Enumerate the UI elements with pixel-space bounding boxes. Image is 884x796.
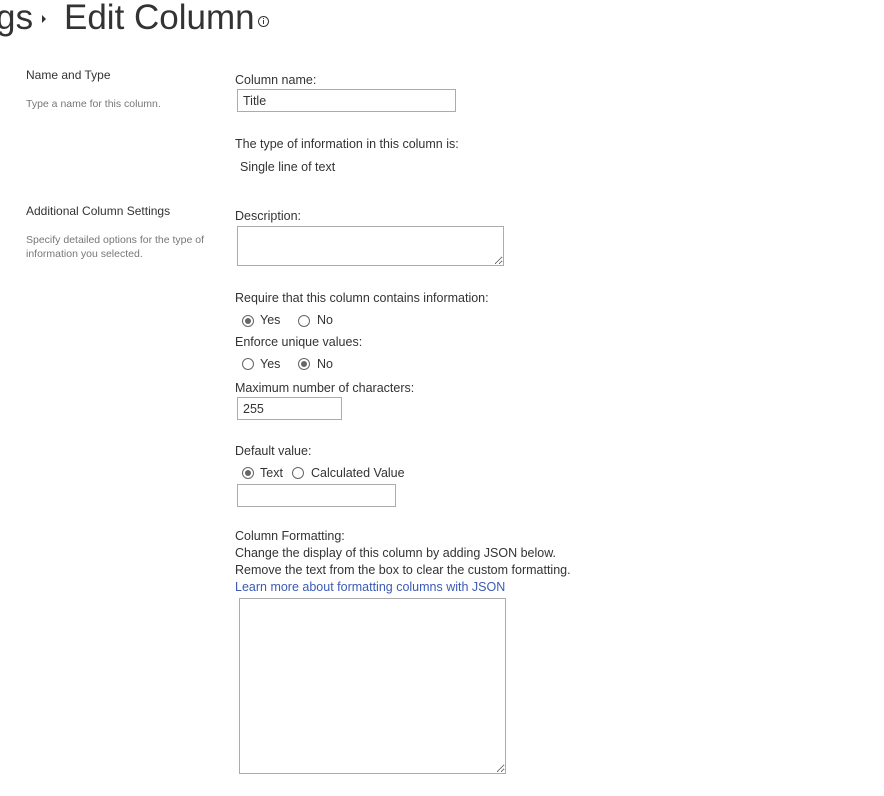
- info-icon[interactable]: [258, 16, 269, 27]
- section-desc-additional: Specify detailed options for the type of…: [26, 234, 205, 260]
- breadcrumb-previous[interactable]: gs: [0, 0, 33, 38]
- column-name-input[interactable]: [237, 89, 456, 112]
- require-yes-label[interactable]: Yes: [260, 313, 280, 327]
- max-chars-label: Maximum number of characters:: [235, 381, 415, 395]
- formatting-learn-more-link[interactable]: Learn more about formatting columns with…: [235, 580, 505, 594]
- formatting-label: Column Formatting:: [235, 529, 345, 543]
- description-textarea[interactable]: [237, 226, 504, 266]
- section-title-name-type: Name and Type: [26, 68, 111, 82]
- default-value-label: Default value:: [235, 444, 312, 458]
- section-desc-name-type: Type a name for this column.: [26, 98, 161, 110]
- unique-yes-label[interactable]: Yes: [260, 357, 280, 371]
- page-header: gs Edit Column: [0, 0, 884, 42]
- unique-no-radio[interactable]: [298, 358, 310, 370]
- type-info-label: The type of information in this column i…: [235, 137, 459, 151]
- default-calculated-radio[interactable]: [292, 467, 304, 479]
- unique-label: Enforce unique values:: [235, 335, 363, 349]
- description-label: Description:: [235, 209, 301, 223]
- default-text-radio[interactable]: [242, 467, 254, 479]
- require-no-label[interactable]: No: [317, 313, 333, 327]
- require-yes-radio[interactable]: [242, 315, 254, 327]
- default-value-input[interactable]: [237, 484, 396, 507]
- section-title-additional: Additional Column Settings: [26, 204, 171, 218]
- formatting-json-textarea[interactable]: [239, 598, 506, 774]
- type-info-value: Single line of text: [240, 160, 336, 174]
- max-chars-input[interactable]: [237, 397, 342, 420]
- formatting-help-line2: Remove the text from the box to clear th…: [235, 563, 571, 577]
- default-text-label[interactable]: Text: [260, 466, 283, 480]
- page-title: Edit Column: [64, 0, 255, 37]
- breadcrumb-separator-icon: [42, 15, 46, 23]
- default-calculated-label[interactable]: Calculated Value: [311, 466, 405, 480]
- unique-yes-radio[interactable]: [242, 358, 254, 370]
- unique-no-label[interactable]: No: [317, 357, 333, 371]
- formatting-help-line1: Change the display of this column by add…: [235, 546, 557, 560]
- require-no-radio[interactable]: [298, 315, 310, 327]
- column-name-label: Column name:: [235, 73, 317, 87]
- require-label: Require that this column contains inform…: [235, 291, 489, 305]
